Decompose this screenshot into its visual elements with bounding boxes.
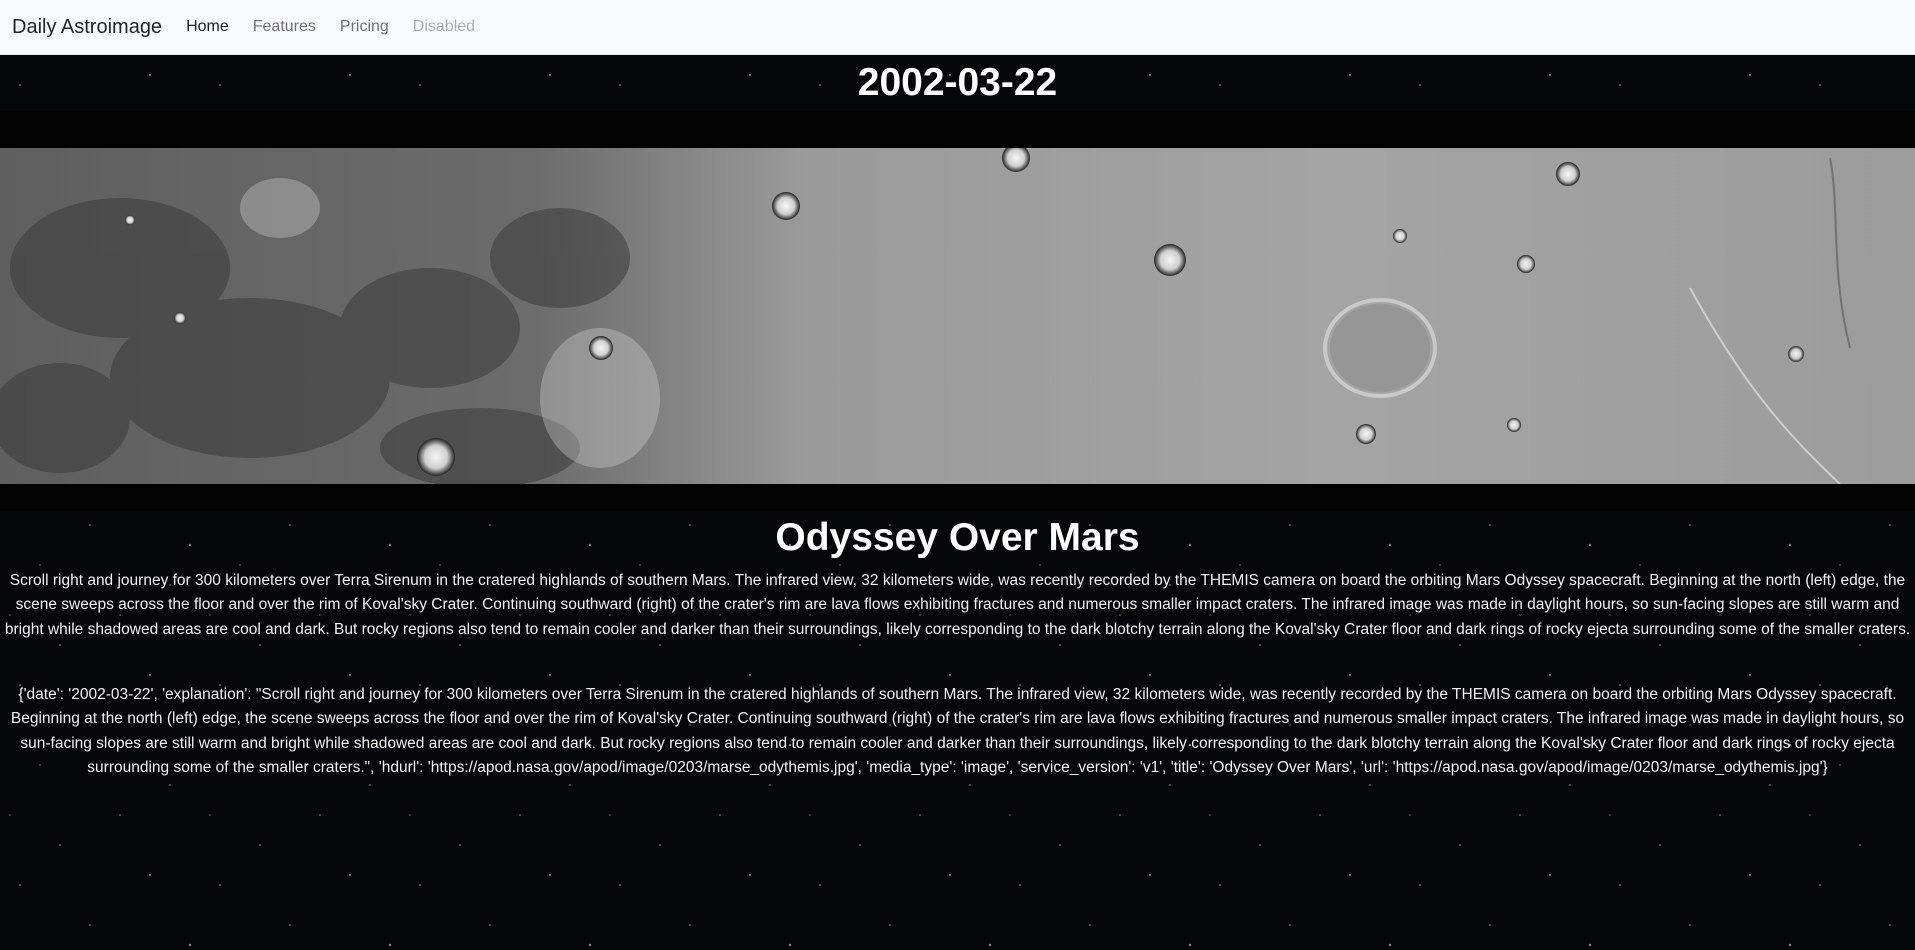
nav-link-features[interactable]: Features — [253, 18, 316, 36]
apod-title: Odyssey Over Mars — [775, 516, 1140, 559]
nav-link-pricing[interactable]: Pricing — [340, 18, 389, 36]
top-navbar: Daily Astroimage Home Features Pricing D… — [0, 0, 1915, 55]
nav-link-home[interactable]: Home — [186, 18, 229, 36]
starfield-content: 2002-03-22 Odyssey Over Mars Scroll righ… — [0, 55, 1915, 950]
apod-image[interactable] — [0, 148, 1915, 484]
nav-link-disabled: Disabled — [412, 18, 476, 35]
brand-link[interactable]: Daily Astroimage — [12, 16, 162, 39]
apod-date-heading: 2002-03-22 — [857, 61, 1058, 104]
apod-explanation: Scroll right and journey for 300 kilomet… — [4, 572, 1911, 638]
apod-raw-response: {'date': '2002-03-22', 'explanation': "S… — [10, 686, 1905, 776]
